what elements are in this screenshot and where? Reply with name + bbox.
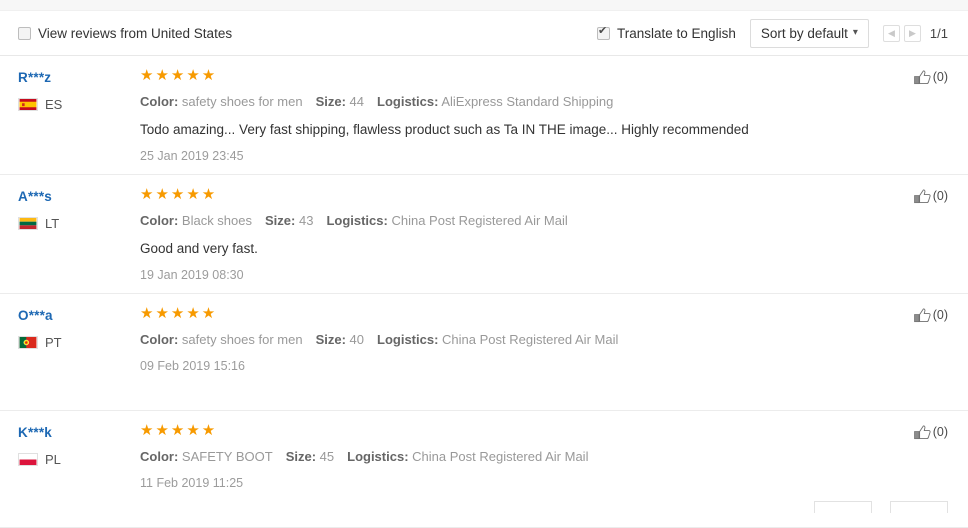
size-value: 44 xyxy=(349,94,365,109)
review-attributes: Color: SAFETY BOOT Size: 45 Logistics: Chi… xyxy=(140,448,890,466)
size-value: 45 xyxy=(319,449,335,464)
helpful-button[interactable]: (0) xyxy=(890,68,948,164)
size-label: Size: xyxy=(265,213,296,228)
filter-bar-controls: Translate to English Sort by default ▾ ◀… xyxy=(597,18,948,48)
country-code: LT xyxy=(45,216,60,231)
flag-portugal xyxy=(18,336,38,349)
size-value: 40 xyxy=(349,332,365,347)
review-text: Todo amazing... Very fast shipping, flaw… xyxy=(140,122,749,137)
helpful-button[interactable]: (0) xyxy=(890,306,948,400)
logistics-value: China Post Registered Air Mail xyxy=(412,449,589,464)
review-author: O***a PT xyxy=(18,306,140,400)
review-text: Good and very fast. xyxy=(140,241,258,256)
prev-page-button[interactable]: ◀ xyxy=(882,24,900,42)
color-value: safety shoes for men xyxy=(181,332,303,347)
country-code: PT xyxy=(45,335,62,350)
bottom-prev-button[interactable] xyxy=(814,501,872,513)
review-date: 25 Jan 2019 23:45 xyxy=(140,149,244,163)
reviews-filter-bar: View reviews from United States Translat… xyxy=(0,11,968,56)
review-item: O***a PT ★★★★★ Color: safety shoes for men S… xyxy=(0,294,968,411)
review-date: 11 Feb 2019 11:25 xyxy=(140,476,244,490)
top-strip xyxy=(0,0,968,11)
reviewer-country: ES xyxy=(18,97,140,112)
helpful-count: (0) xyxy=(932,425,948,439)
flag-lithuania xyxy=(18,217,38,230)
reviewer-name[interactable]: R***z xyxy=(18,70,140,86)
view-reviews-label: View reviews from United States xyxy=(38,25,233,41)
thumbs-up-icon[interactable] xyxy=(913,189,931,205)
reviewer-country: PL xyxy=(18,452,140,467)
thumbs-up-icon[interactable] xyxy=(913,70,931,86)
size-value: 43 xyxy=(298,213,314,228)
review-attributes: Color: safety shoes for men Size: 44 Logis… xyxy=(140,93,890,111)
bottom-pagination xyxy=(0,493,968,513)
next-page-button[interactable]: ▶ xyxy=(903,24,921,42)
bottom-next-button[interactable] xyxy=(890,501,948,513)
thumbs-up-icon[interactable] xyxy=(913,308,931,324)
chevron-down-icon: ▾ xyxy=(852,27,858,38)
review-author: A***s LT xyxy=(18,187,140,283)
logistics-label: Logistics: xyxy=(347,449,409,464)
helpful-count: (0) xyxy=(932,70,948,84)
thumbs-up-icon[interactable] xyxy=(913,425,931,441)
reviewer-name[interactable]: O***a xyxy=(18,308,140,324)
size-label: Size: xyxy=(315,94,346,109)
flag-spain xyxy=(18,98,38,111)
country-code: PL xyxy=(45,452,61,467)
star-rating: ★★★★★ xyxy=(140,422,218,439)
helpful-count: (0) xyxy=(932,308,948,322)
translate-checkbox[interactable] xyxy=(597,25,611,40)
review-author: R***z ES xyxy=(18,68,140,164)
color-value: SAFETY BOOT xyxy=(181,449,273,464)
logistics-label: Logistics: xyxy=(326,213,388,228)
translate-label: Translate to English xyxy=(617,25,736,41)
reviewer-name[interactable]: K***k xyxy=(18,425,140,441)
color-label: Color: xyxy=(140,449,179,464)
reviewer-country: PT xyxy=(18,335,140,350)
review-attributes: Color: Black shoes Size: 43 Logistics: Chi… xyxy=(140,212,890,230)
reviewer-name[interactable]: A***s xyxy=(18,189,140,205)
review-attributes: Color: safety shoes for men Size: 40 Logis… xyxy=(140,331,890,349)
logistics-value: China Post Registered Air Mail xyxy=(442,332,619,347)
flag-poland xyxy=(18,453,38,466)
logistics-value: AliExpress Standard Shipping xyxy=(441,94,614,109)
reviewer-country: LT xyxy=(18,216,140,231)
color-label: Color: xyxy=(140,213,179,228)
review-content: ★★★★★ Color: safety shoes for men Size: 40… xyxy=(140,306,890,400)
sort-dropdown-label: Sort by default xyxy=(760,25,848,41)
review-date: 19 Jan 2019 08:30 xyxy=(140,268,244,282)
size-label: Size: xyxy=(315,332,346,347)
color-label: Color: xyxy=(140,94,179,109)
helpful-button[interactable]: (0) xyxy=(890,187,948,283)
star-rating: ★★★★★ xyxy=(140,67,218,84)
sort-dropdown[interactable]: Sort by default ▾ xyxy=(749,18,869,48)
logistics-value: China Post Registered Air Mail xyxy=(391,213,568,228)
country-code: ES xyxy=(45,97,63,112)
translate-filter[interactable]: Translate to English xyxy=(597,25,736,41)
logistics-label: Logistics: xyxy=(377,94,439,109)
size-label: Size: xyxy=(285,449,317,464)
star-rating: ★★★★★ xyxy=(140,305,218,322)
reviews-list: R***z ES ★★★★★ Color: safety shoes for men S… xyxy=(0,56,968,528)
star-rating: ★★★★★ xyxy=(140,186,218,203)
helpful-count: (0) xyxy=(932,189,948,203)
top-pagination: ◀ ▶ 1/1 xyxy=(882,24,948,42)
color-value: safety shoes for men xyxy=(181,94,303,109)
color-label: Color: xyxy=(140,332,179,347)
view-reviews-checkbox[interactable] xyxy=(18,26,31,40)
review-date: 09 Feb 2019 15:16 xyxy=(140,359,245,373)
review-item: A***s LT ★★★★★ Color: Black shoes Size: 43 Lo… xyxy=(0,175,968,294)
page-count: 1/1 xyxy=(929,25,948,41)
review-content: ★★★★★ Color: safety shoes for men Size: 44… xyxy=(140,68,890,164)
color-value: Black shoes xyxy=(181,213,252,228)
view-reviews-filter[interactable]: View reviews from United States xyxy=(18,26,232,41)
review-content: ★★★★★ Color: Black shoes Size: 43 Logistics… xyxy=(140,187,890,283)
logistics-label: Logistics: xyxy=(377,332,439,347)
review-item: R***z ES ★★★★★ Color: safety shoes for men S… xyxy=(0,56,968,175)
